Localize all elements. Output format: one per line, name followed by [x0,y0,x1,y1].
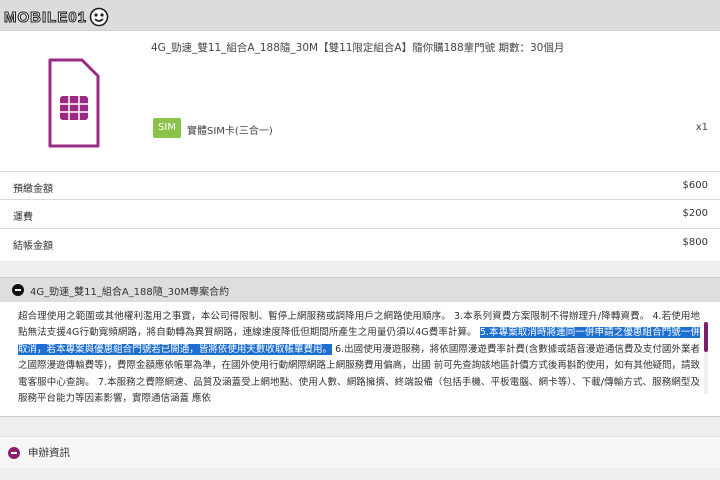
amount-value: $600 [682,180,708,191]
scroll-thumb[interactable] [704,322,708,352]
contract-header[interactable]: 4G_勁速_雙11_組合A_188隨_30M專案合約 [0,278,720,302]
amount-row-shipping: 運費 $200 [0,200,720,227]
amount-label: 預繳金額 [13,184,53,195]
sim-card-icon [48,58,100,150]
amount-row-total: 結帳金額 $800 [0,229,720,256]
amount-value: $800 [682,237,708,248]
amount-label: 結帳金額 [13,241,53,252]
watermark: MOBILE01 [3,4,109,30]
sim-badge: SIM [153,118,181,138]
contract-scrollbar[interactable] [704,322,708,394]
smiley-face-icon [89,7,109,27]
product-name: 4G_勁速_雙11_組合A_188隨_30M【雙11限定組合A】隨你購188輩門… [151,42,565,54]
sim-type-label: 實體SIM卡(三合一) [187,126,273,137]
amount-label: 運費 [13,212,33,223]
amount-row-prepay: 預繳金額 $600 [0,172,720,199]
contract-title: 4G_勁速_雙11_組合A_188隨_30M專案合約 [30,286,230,298]
contract-panel: 4G_勁速_雙11_組合A_188隨_30M專案合約 超合理使用之範圍或其他權利… [0,277,720,417]
contract-text[interactable]: 超合理使用之範圍或其他權利濫用之事實，本公司得限制、暫停上網服務或調降用戶之網路… [18,309,700,405]
amount-value: $200 [682,208,708,219]
quantity-label: x1 [695,122,708,133]
collapse-icon[interactable] [12,284,24,296]
order-summary-card: 4G_勁速_雙11_組合A_188隨_30M【雙11限定組合A】隨你購188輩門… [0,30,720,261]
collapse-icon[interactable] [8,446,20,459]
watermark-text: MOBILE01 [3,8,88,26]
apply-info-label: 申辦資訊 [28,447,70,459]
apply-info-section[interactable]: 申辦資訊 [0,436,720,468]
